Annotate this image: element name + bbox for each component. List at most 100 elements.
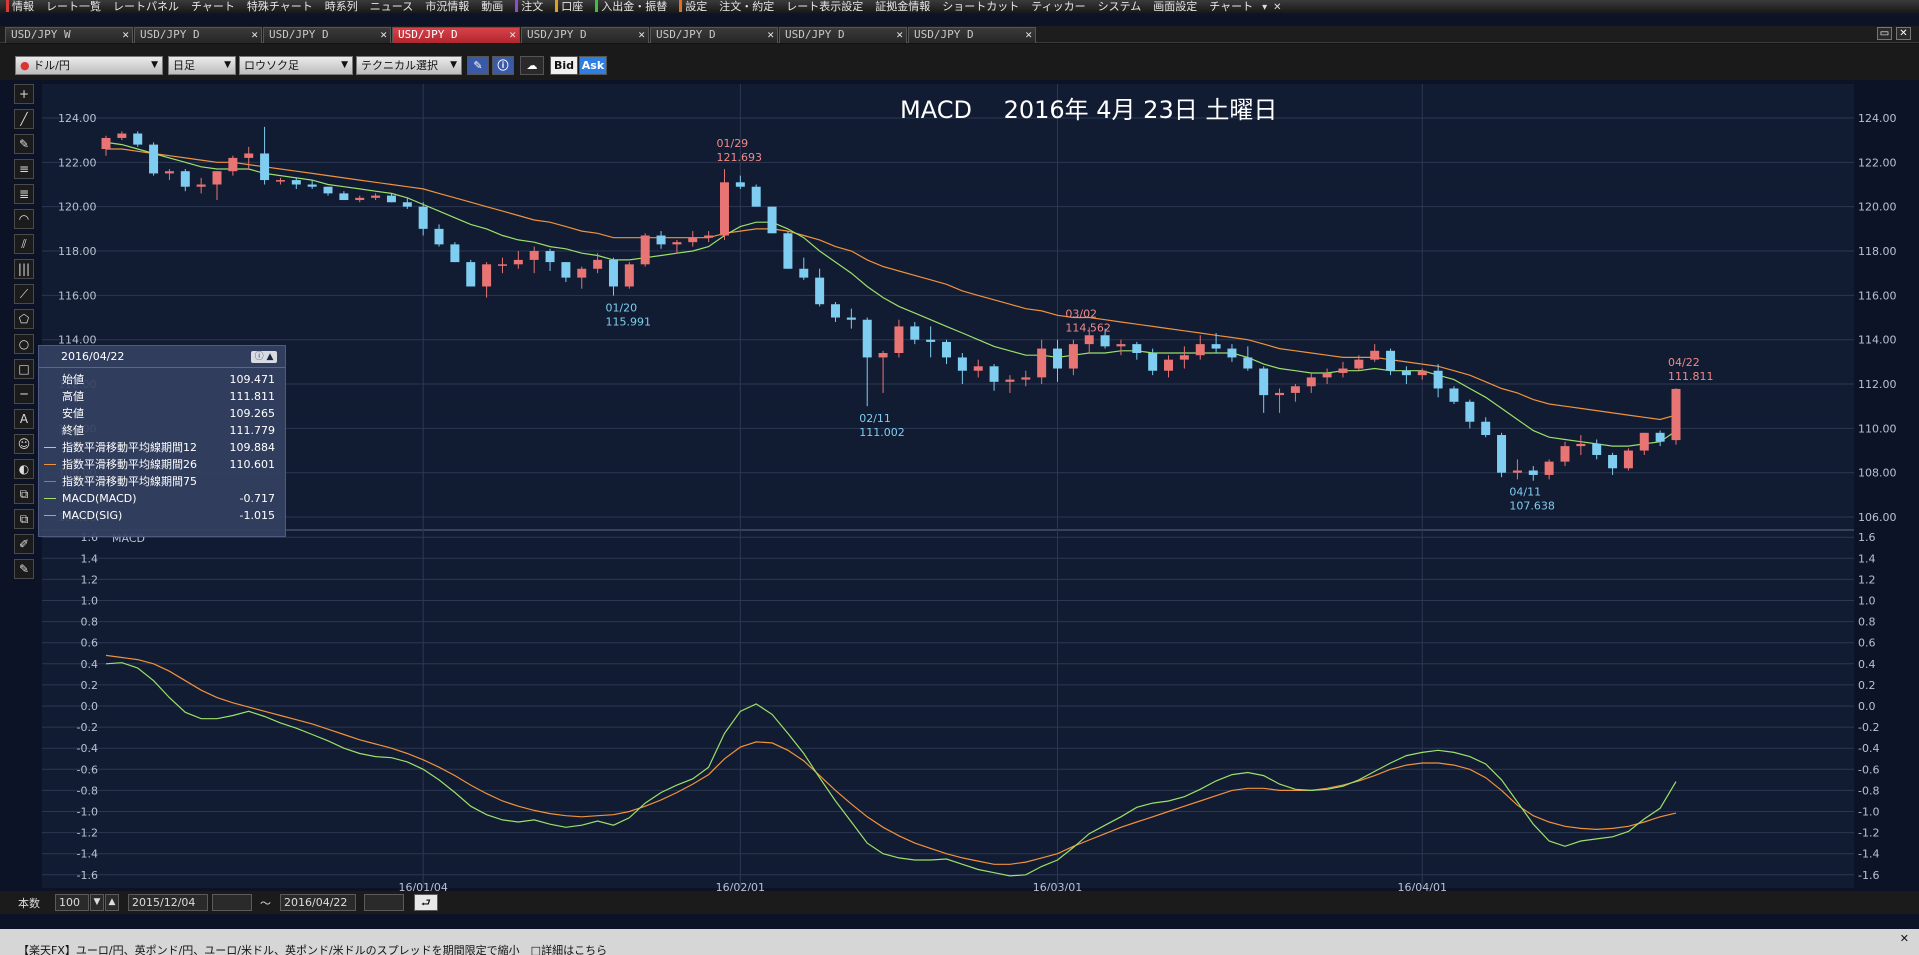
price-tick-label-right: 124.00 (1858, 112, 1897, 125)
macd-tick-label-left: 0.0 (81, 700, 99, 713)
to-date-input[interactable]: 2016/04/22 (280, 894, 356, 911)
annotation-date: 04/11 (1509, 485, 1541, 498)
candle-body (973, 366, 983, 371)
macd-tick-label-left: 1.4 (81, 552, 99, 565)
ruler-icon[interactable]: ✎ (14, 134, 34, 154)
candle-body (1623, 450, 1633, 469)
reload-button[interactable]: ⮐ (414, 894, 438, 911)
candle-body (957, 357, 967, 371)
trendline-icon[interactable]: ╱ (14, 109, 34, 129)
from-time-input[interactable] (212, 894, 252, 911)
candle-body (1592, 443, 1602, 455)
info-panel-date: 2016/04/22 (61, 350, 125, 363)
candle-body (1164, 359, 1174, 371)
annotation-value: 111.002 (859, 426, 905, 439)
pentagon-icon[interactable]: ⬠ (14, 309, 34, 329)
vlines-icon[interactable]: ||| (14, 259, 34, 279)
candle-body (291, 180, 301, 185)
annotation-value: 114.562 (1065, 322, 1111, 335)
macd-tick-label-left: -1.0 (77, 806, 98, 819)
price-tick-label-left: 122.00 (58, 156, 97, 169)
emoji-icon[interactable]: ☺ (14, 434, 34, 454)
candle-body (450, 244, 460, 263)
candle-body (1211, 344, 1221, 349)
info-value: 109.265 (229, 407, 276, 420)
candle-body (1576, 443, 1586, 447)
from-date-input[interactable]: 2015/12/04 (128, 894, 208, 911)
candle-body (1338, 368, 1348, 373)
annotation-date: 04/22 (1668, 356, 1700, 369)
candle-body (767, 206, 777, 234)
info-panel-rows: 始値 109.471 高値 111.811 安値 109.265 終値 111.779 指数平滑… (39, 368, 285, 524)
circle-icon[interactable]: ○ (14, 334, 34, 354)
annotation-value: 115.991 (605, 316, 651, 329)
candle-body (133, 133, 143, 145)
candle-body (783, 233, 793, 269)
annotation-date: 03/02 (1065, 308, 1097, 321)
plot-background (42, 84, 1854, 888)
info-label: 指数平滑移動平均線期間26 (62, 458, 197, 471)
count-up-button[interactable]: ▲ (105, 894, 119, 911)
hlines-icon[interactable]: ≡ (14, 159, 34, 179)
rectangle-icon[interactable]: □ (14, 359, 34, 379)
arc-icon[interactable]: ◠ (14, 209, 34, 229)
to-time-input[interactable] (364, 894, 404, 911)
macd-tick-label-left: 0.6 (81, 637, 99, 650)
info-value: 111.811 (229, 390, 276, 403)
paint-icon[interactable]: ◐ (14, 459, 34, 479)
macd-tick-label-left: -0.2 (77, 721, 98, 734)
count-input[interactable]: 100 (55, 894, 89, 911)
candle-body (434, 228, 444, 245)
edit-icon[interactable]: ✎ (14, 559, 34, 579)
candle-body (1433, 370, 1443, 389)
fan-icon[interactable]: ⟋ (14, 284, 34, 304)
candle-body (196, 184, 206, 187)
candle-body (1386, 350, 1396, 371)
candle-body (624, 264, 634, 287)
macd-tick-label-right: -1.6 (1858, 869, 1879, 882)
fibonacci-icon[interactable]: ≣ (14, 184, 34, 204)
ohlc-info-panel: 2016/04/22 ⓘ ▲ 始値 109.471 高値 111.811 安値 109.2… (38, 345, 286, 537)
candle-body (608, 259, 618, 287)
crosshair-icon[interactable]: + (14, 84, 34, 104)
info-value: 111.779 (229, 424, 276, 437)
macd-tick-label-left: -1.4 (77, 848, 98, 861)
macd-tick-label-right: 0.2 (1858, 679, 1876, 692)
candle-body (1243, 357, 1253, 369)
candle-body (418, 206, 428, 229)
candle-body (212, 171, 222, 185)
candle-body (1354, 359, 1364, 369)
price-tick-label-right: 106.00 (1858, 511, 1897, 524)
close-status-icon[interactable]: ✕ (1900, 932, 1909, 945)
candle-body (846, 317, 856, 320)
channel-icon[interactable]: ⫽ (14, 234, 34, 254)
info-label: 安値 (62, 407, 84, 420)
count-down-button[interactable]: ▼ (90, 894, 104, 911)
count-label: 本数 (18, 897, 40, 910)
info-row: 始値 109.471 (39, 371, 285, 388)
copy-icon[interactable]: ⧉ (14, 484, 34, 504)
hline-icon[interactable]: ─ (14, 384, 34, 404)
chart-canvas[interactable]: 124.00 124.00 122.00 122.00 120.00 120.00 118.… (0, 0, 1919, 900)
candle-body (466, 262, 476, 287)
info-label: MACD(SIG) (62, 509, 123, 522)
candle-body (640, 235, 650, 265)
candle-body (577, 268, 587, 278)
macd-tick-label-left: 0.2 (81, 679, 99, 692)
eraser-icon[interactable]: ✐ (14, 534, 34, 554)
candle-body (1290, 386, 1300, 393)
candle-body (339, 193, 349, 201)
candle-body (1322, 372, 1332, 378)
macd-tick-label-left: -0.4 (77, 742, 98, 755)
collapse-icon[interactable]: ⓘ ▲ (251, 351, 277, 363)
news-ticker-text[interactable]: 【楽天FX】ユーロ/円、英ポンド/円、ユーロ/米ドル、英ポンド/米ドルのスプレッ… (18, 942, 607, 955)
candle-body (545, 251, 555, 263)
candle-body (989, 366, 999, 382)
text-icon[interactable]: A (14, 409, 34, 429)
copy2-icon[interactable]: ⧉ (14, 509, 34, 529)
info-row: 指数平滑移動平均線期間75 (39, 473, 285, 490)
candle-body (497, 264, 507, 266)
candle-body (593, 259, 603, 269)
info-row: 安値 109.265 (39, 405, 285, 422)
candle-body (1195, 344, 1205, 356)
